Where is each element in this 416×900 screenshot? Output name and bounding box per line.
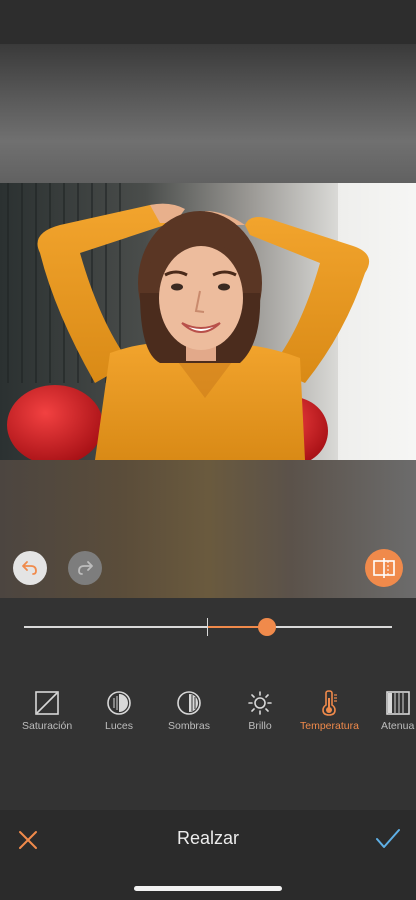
- thermometer-icon: [322, 690, 338, 716]
- undo-button[interactable]: [13, 551, 47, 585]
- compare-button[interactable]: [365, 549, 403, 587]
- photo-preview[interactable]: [0, 183, 416, 460]
- checkmark-icon: [376, 829, 400, 848]
- undo-arrow-icon: [22, 561, 37, 575]
- tool-label: Sombras: [168, 720, 211, 732]
- tool-label: Luces: [105, 720, 134, 732]
- tool-label: Saturación: [22, 720, 73, 732]
- tool-atenua[interactable]: Atenua: [381, 690, 414, 732]
- compare-split-icon: [373, 558, 395, 578]
- shadows-icon: [177, 691, 201, 715]
- screen-title: Realzar: [176, 828, 240, 848]
- tool-temperatura[interactable]: Temperatura: [300, 690, 359, 732]
- slider-thumb[interactable]: [258, 618, 276, 636]
- status-bar: [0, 0, 416, 44]
- tool-luces[interactable]: Luces: [105, 690, 133, 732]
- fade-icon: [385, 691, 410, 715]
- tool-label: Brillo: [248, 720, 272, 732]
- redo-button[interactable]: [68, 551, 102, 585]
- bottom-toolbar: Realzar: [0, 810, 416, 900]
- confirm-button[interactable]: [374, 826, 402, 852]
- adjustment-slider[interactable]: [24, 614, 392, 640]
- tool-brillo[interactable]: Brillo: [247, 690, 273, 732]
- blurred-background-bottom: [0, 460, 416, 598]
- editing-canvas: [0, 44, 416, 598]
- tool-sombras[interactable]: Sombras: [168, 690, 210, 732]
- photo-woman-yellow-shirt: [0, 183, 416, 460]
- tool-saturacion[interactable]: Saturación: [22, 690, 72, 732]
- highlights-icon: [107, 691, 131, 715]
- redo-arrow-icon: [78, 561, 93, 575]
- tool-label: Atenua: [381, 720, 415, 732]
- adjustment-tools: Saturación Luces Sombras Brillo Temperat…: [0, 690, 416, 742]
- brightness-icon: [248, 691, 272, 715]
- tool-label: Temperatura: [300, 720, 359, 732]
- saturation-icon: [35, 691, 59, 715]
- blurred-background-top: [0, 44, 416, 183]
- slider-center-mark: [207, 618, 208, 636]
- home-indicator: [134, 886, 282, 891]
